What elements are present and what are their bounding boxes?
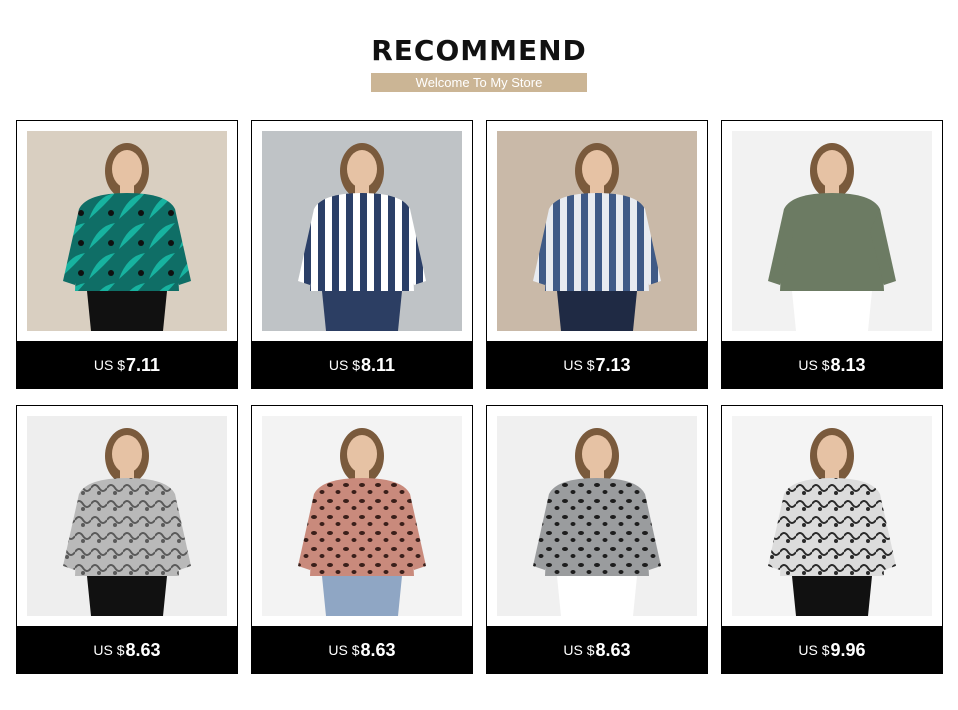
currency-prefix: US $: [93, 642, 125, 658]
product-image[interactable]: [732, 131, 932, 331]
product-photo: [262, 131, 462, 331]
price-bar: US $7.11: [16, 341, 238, 389]
price-bar: US $7.13: [486, 341, 708, 389]
product-photo: [497, 416, 697, 616]
price-value: 7.11: [126, 354, 161, 375]
currency-prefix: US $: [328, 642, 360, 658]
price-value: 8.63: [125, 639, 161, 660]
price-bar: US $8.63: [16, 626, 238, 674]
store-welcome-banner: Welcome To My Store: [371, 73, 587, 92]
product-image[interactable]: [27, 416, 227, 616]
product-image[interactable]: [262, 416, 462, 616]
product-card[interactable]: US $7.13: [486, 120, 708, 389]
product-card[interactable]: US $8.11: [251, 120, 473, 389]
price-bar: US $8.13: [721, 341, 943, 389]
product-photo: [27, 131, 227, 331]
product-grid: US $7.11 US $8.11 US $7.13 US $ 8.13 US …: [16, 120, 943, 674]
price-value: 8.63: [595, 639, 631, 660]
product-card[interactable]: US $8.63: [251, 405, 473, 674]
currency-prefix: US $: [798, 357, 830, 373]
product-photo: [732, 416, 932, 616]
product-image[interactable]: [497, 131, 697, 331]
currency-prefix: US $: [563, 357, 595, 373]
currency-prefix: US $: [328, 357, 361, 373]
product-photo: [497, 131, 697, 331]
product-photo: [27, 416, 227, 616]
product-image[interactable]: [497, 416, 697, 616]
currency-prefix: US $: [93, 357, 126, 373]
price-bar: US $8.11: [251, 341, 473, 389]
price-value: 8.63: [360, 639, 396, 660]
product-card[interactable]: US $8.63: [486, 405, 708, 674]
product-card[interactable]: US $7.11: [16, 120, 238, 389]
product-card[interactable]: US $8.63: [16, 405, 238, 674]
product-image[interactable]: [732, 416, 932, 616]
product-photo: [262, 416, 462, 616]
price-value: 9.96: [830, 639, 866, 660]
price-value: 8.11: [361, 354, 396, 375]
product-image[interactable]: [27, 131, 227, 331]
currency-prefix: US $: [563, 642, 595, 658]
price-bar: US $8.63: [251, 626, 473, 674]
page-title: RECOMMEND: [371, 34, 587, 67]
product-image[interactable]: [262, 131, 462, 331]
product-card[interactable]: US $8.13: [721, 120, 943, 389]
currency-prefix: US $: [798, 642, 830, 658]
product-card[interactable]: US $9.96: [721, 405, 943, 674]
price-bar: US $8.63: [486, 626, 708, 674]
price-bar: US $9.96: [721, 626, 943, 674]
product-photo: [732, 131, 932, 331]
price-value: 8.13: [830, 354, 866, 375]
price-value: 7.13: [595, 354, 631, 375]
